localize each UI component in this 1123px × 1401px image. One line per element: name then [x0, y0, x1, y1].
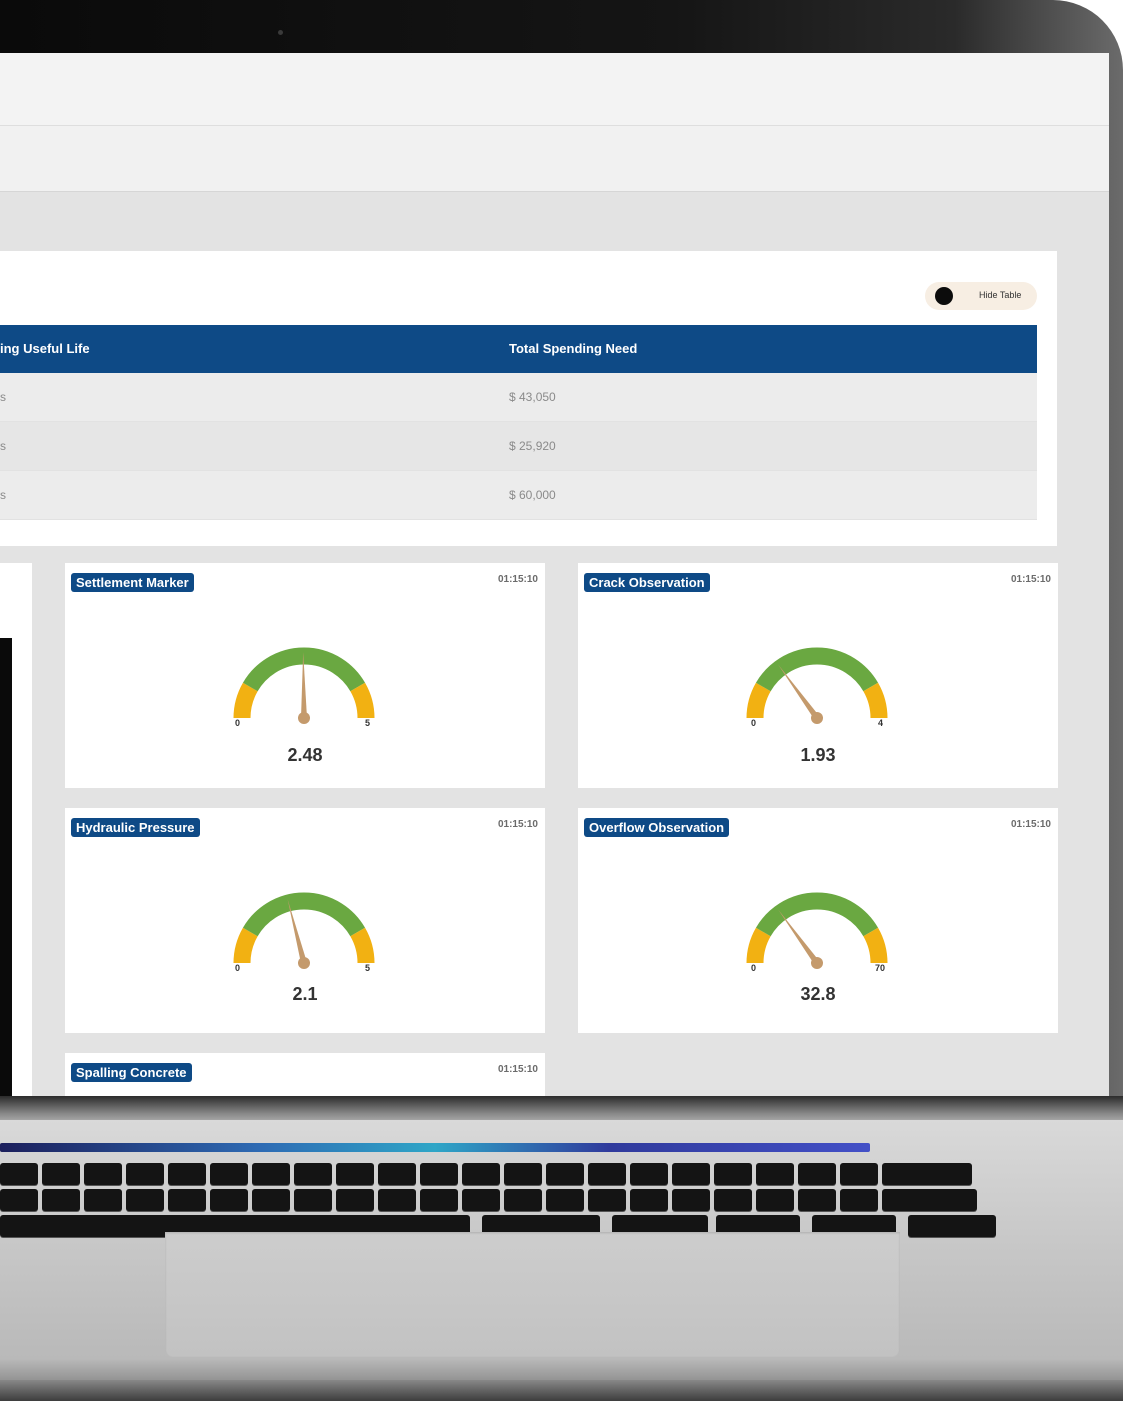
laptop-base-edge [0, 1380, 1123, 1401]
gauge-needle [778, 664, 820, 720]
cell-useful-life: s [0, 488, 6, 502]
cell-spending-need: $ 60,000 [509, 488, 556, 502]
gauge-needle [778, 909, 820, 965]
gauge-card-settlement-marker[interactable]: Settlement Marker 01:15:10 0 5 2.48 [65, 563, 545, 788]
key-row [0, 1163, 1000, 1185]
camera-icon [278, 30, 283, 35]
gauge-title: Spalling Concrete [71, 1063, 192, 1082]
gauge-hub [811, 712, 823, 724]
gauge-timestamp: 01:15:10 [497, 1064, 538, 1075]
gauge-low-band [233, 682, 258, 719]
gauge-min-label: 0 [235, 963, 241, 973]
gauge-max-label: 5 [365, 718, 371, 728]
gauge-max-label: 4 [878, 718, 884, 728]
gauge-hub [298, 957, 310, 969]
gauge-value: 2.48 [287, 745, 323, 765]
sub-bar [0, 126, 1109, 192]
table-row[interactable]: s $ 43,050 [0, 373, 1037, 422]
screen: Hide Table ing Useful Life Total Spendin… [0, 53, 1109, 1096]
gauge-normal-band [755, 892, 879, 937]
gauge-min-label: 0 [235, 718, 241, 728]
gauge-normal-band [755, 647, 879, 692]
gauge-normal-band [242, 892, 366, 937]
top-bar [0, 53, 1109, 126]
trackpad [165, 1232, 900, 1357]
cell-spending-need: $ 25,920 [509, 439, 556, 453]
toggle-label: Hide Table [979, 290, 1022, 300]
gauge-low-band [233, 927, 258, 964]
gauge-max-label: 5 [365, 963, 371, 973]
gauge-value: 32.8 [800, 984, 836, 1004]
key-row [0, 1189, 1000, 1211]
cell-useful-life: s [0, 439, 6, 453]
gauge-min-label: 0 [751, 718, 757, 728]
column-header-total-spending-need[interactable]: Total Spending Need [509, 341, 637, 356]
table-header: ing Useful Life Total Spending Need [0, 325, 1037, 373]
gauge-min-label: 0 [751, 963, 757, 973]
cell-useful-life: s [0, 390, 6, 404]
gauge-low-band [746, 927, 771, 964]
gauge-hub [811, 957, 823, 969]
gauge-low-band [746, 682, 771, 719]
table-row[interactable]: s $ 60,000 [0, 471, 1037, 520]
column-header-useful-life[interactable]: ing Useful Life [0, 341, 90, 356]
gauge-card-overflow-observation[interactable]: Overflow Observation 01:15:10 0 70 32.8 [578, 808, 1058, 1033]
gauge-high-band [863, 682, 888, 719]
gauge-card-hydraulic-pressure[interactable]: Hydraulic Pressure 01:15:10 0 5 2.1 [65, 808, 545, 1033]
gauge-high-band [350, 927, 375, 964]
toggle-knob[interactable] [935, 287, 953, 305]
table-row[interactable]: s $ 25,920 [0, 422, 1037, 471]
hide-table-toggle[interactable]: Hide Table [925, 282, 1037, 310]
gauge-high-band [863, 927, 888, 964]
gauge-card-crack-observation[interactable]: Crack Observation 01:15:10 0 4 1.93 [578, 563, 1058, 788]
gauge-hub [298, 712, 310, 724]
gauge-card-spalling-concrete[interactable]: Spalling Concrete 01:15:10 [65, 1053, 545, 1096]
gauge-value: 2.1 [292, 984, 318, 1004]
left-panel-media [0, 638, 12, 1096]
gauge-value: 1.93 [800, 745, 836, 765]
gauge-max-label: 70 [875, 963, 886, 973]
cell-spending-need: $ 43,050 [509, 390, 556, 404]
gauge-high-band [350, 682, 375, 719]
